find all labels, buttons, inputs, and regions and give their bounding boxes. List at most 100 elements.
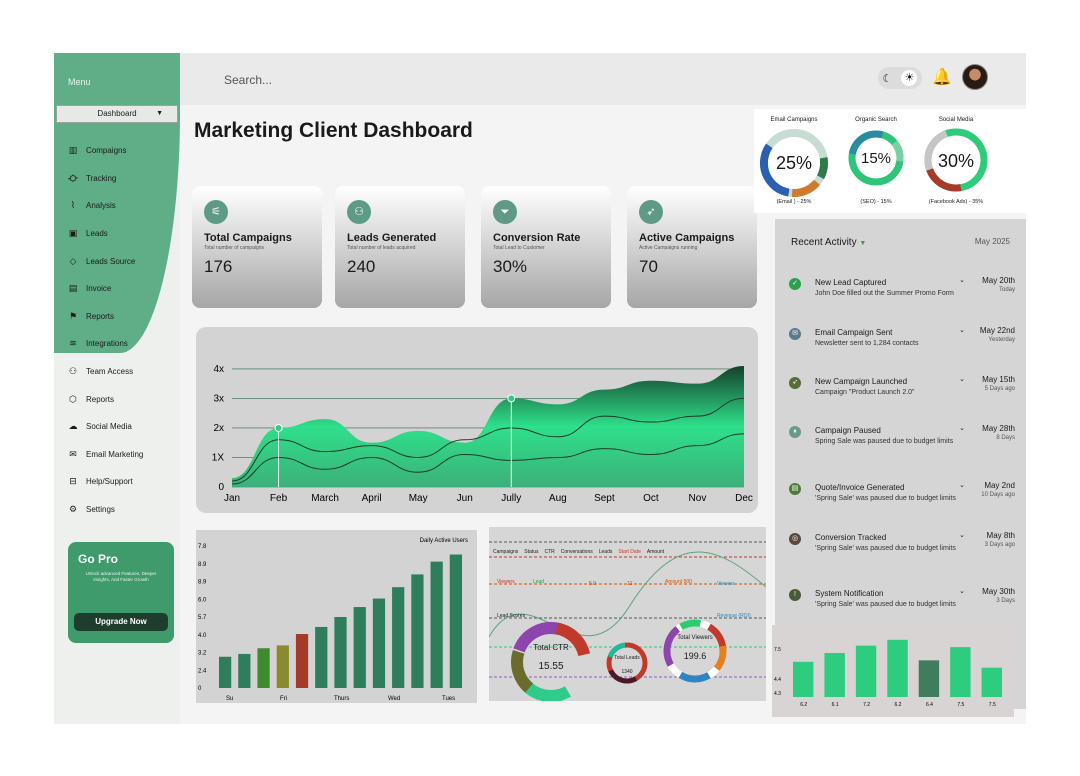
sidebar-item-label: Tracking <box>86 173 117 183</box>
side-label-revenue: Revenue (ROI) <box>717 613 751 619</box>
activity-title: Conversion Tracked <box>815 533 887 542</box>
campaign-header-cell: Conversations <box>560 549 593 555</box>
kpi-card[interactable]: ⚇ Leads Generated Total number of leads … <box>335 186 465 308</box>
campaign-header-cell: Amount <box>646 549 665 555</box>
y-tick-label: 0 <box>218 482 224 493</box>
activity-description: Newsletter sent to 1,284 contacts <box>815 340 919 347</box>
donut-social-value: 30% <box>937 151 975 171</box>
x-tick-label: 7.5 <box>957 702 964 708</box>
page-title: Marketing Client Dashboard <box>194 119 473 142</box>
chevron-down-icon[interactable]: ⌄ <box>959 481 965 489</box>
bar <box>918 660 940 697</box>
chevron-down-icon: ▼ <box>156 110 163 117</box>
chevron-down-icon[interactable]: ⌄ <box>959 326 965 334</box>
theme-toggle[interactable]: ☾ ☀ <box>878 67 922 89</box>
kpi-title: Conversion Rate <box>493 232 581 244</box>
area-series-main <box>232 365 744 487</box>
rocket-icon: ➶ <box>789 377 801 389</box>
row-label-ctr: 5.0 <box>589 581 596 587</box>
kpi-subtitle: Total Lead to Customer <box>493 245 545 251</box>
activity-title: System Notification <box>815 589 884 598</box>
chevron-down-icon[interactable]: ⌄ <box>959 531 965 539</box>
avatar[interactable] <box>962 64 988 90</box>
activity-description: 'Spring Sale' was paused due to budget l… <box>815 495 956 502</box>
team-icon: ⚇ <box>68 366 78 377</box>
dropdown-label: Dashboard <box>97 109 137 118</box>
bar-chart-icon: ▥ <box>68 145 78 156</box>
bar <box>353 607 366 688</box>
activity-date: May 15th <box>982 375 1015 384</box>
target-icon: ◎ <box>789 533 801 545</box>
x-tick-label: Wed <box>388 696 400 702</box>
x-tick-label: Fri <box>280 696 287 702</box>
layers-icon: ≋ <box>69 338 77 349</box>
bar <box>334 617 347 688</box>
chevron-down-icon[interactable]: ⌄ <box>959 424 965 432</box>
sidebar-item-social-media[interactable]: ☁ Social Media <box>54 413 180 441</box>
activity-relative-time: 10 Days ago <box>981 492 1015 498</box>
sidebar-item-label: Integrations <box>86 339 128 349</box>
sidebar-item-reports[interactable]: ⚑ Reports <box>54 303 180 331</box>
chevron-down-icon[interactable]: ⌄ <box>959 375 965 383</box>
x-tick-label: Feb <box>270 493 288 504</box>
activity-date: May 30th <box>982 587 1015 596</box>
top-bar: Search... ☾ ☀ 🔔 <box>180 53 1026 105</box>
x-tick-label: Oct <box>643 493 659 504</box>
check-icon: ✓ <box>789 278 801 290</box>
campaign-header-cell: Leads <box>598 549 613 555</box>
activity-description: John Doe filled out the Summer Promo For… <box>815 290 954 297</box>
moon-icon: ☾ <box>882 72 893 85</box>
y-tick-label: 4.0 <box>198 633 207 639</box>
marker-point <box>274 423 283 432</box>
bar <box>392 587 405 688</box>
activity-relative-time: 8 Days <box>996 435 1015 441</box>
dashboard-frame: Menu Dashboard ▼ ▥ Compaigns ⛮ Tracking ⌇ Ana… <box>54 53 1026 724</box>
bar <box>238 653 251 688</box>
sidebar-item-invoice[interactable]: ▤ Invoice <box>54 275 180 303</box>
activity-description: Campaign "Product Launch 2.0" <box>815 389 915 396</box>
sidebar-item-reports[interactable]: ⬡ Reports <box>54 385 180 413</box>
sidebar-item-label: Settings <box>86 505 115 515</box>
sidebar-item-leads-source[interactable]: ◇ Leads Source <box>54 247 180 275</box>
bar <box>855 645 877 697</box>
sidebar-item-label: Invoice <box>86 284 112 294</box>
upgrade-now-button[interactable]: Upgrade Now <box>74 613 168 631</box>
sidebar-item-label: Social Media <box>86 422 132 432</box>
activity-relative-time: 3 Days <box>996 598 1015 604</box>
chevron-down-icon[interactable]: ⌄ <box>959 587 965 595</box>
sidebar-item-team-access[interactable]: ⚇ Team Access <box>54 358 180 386</box>
x-tick-label: 7.2 <box>863 702 870 708</box>
side-label-lead-scores: Lead Scores <box>497 613 526 619</box>
diamond-icon: ◇ <box>69 255 77 266</box>
sidebar-item-help-support[interactable]: ⊟ Help/Support <box>54 468 180 496</box>
activity-description: 'Spring Sale' was paused due to budget l… <box>815 601 956 608</box>
x-tick-label: 6.4 <box>926 702 933 708</box>
y-tick-label: 5.7 <box>198 615 207 621</box>
sidebar-item-leads[interactable]: ▣ Leads <box>54 220 180 248</box>
go-pro-description: Unlock advanced Features, Deeper Insight… <box>85 571 157 582</box>
chevron-down-icon[interactable]: ⌄ <box>959 276 965 284</box>
x-tick-label: Jun <box>457 493 473 504</box>
go-pro-card: Go Pro Unlock advanced Features, Deeper … <box>68 542 174 643</box>
y-tick-label: 4.4 <box>774 677 781 683</box>
bar <box>887 639 908 697</box>
recent-activity-title[interactable]: Recent Activity ▼ <box>791 237 866 248</box>
kpi-card[interactable]: ⏷ Conversion Rate Total Lead to Customer… <box>481 186 611 308</box>
sidebar-item-email-marketing[interactable]: ✉ Email Marketing <box>54 441 180 469</box>
search-input[interactable]: Search... <box>224 73 272 87</box>
kpi-card[interactable]: ⚟ Total Campaigns Total number of campai… <box>192 186 322 308</box>
dashboard-dropdown[interactable]: Dashboard ▼ <box>56 105 178 123</box>
kpi-subtitle: Total number of leads acquired <box>347 245 416 251</box>
campaign-table-header: Campaigns Status CTR Conversations Leads Star… <box>493 549 664 555</box>
campaign-table-panel: Campaigns Status CTR Conversations Leads Star… <box>489 527 766 701</box>
sidebar-item-label: Reports <box>86 311 115 321</box>
sidebar-item-analysis[interactable]: ⌇ Analysis <box>54 192 180 220</box>
sidebar-item-integrations[interactable]: ≋ Integrations <box>54 330 180 358</box>
activity-title: Quote/Invoice Generated <box>815 483 905 492</box>
sidebar-item-settings[interactable]: ⚙ Settings <box>54 496 180 524</box>
sidebar-item-tracking[interactable]: ⛮ Tracking <box>54 165 180 193</box>
sidebar-item-compaigns[interactable]: ▥ Compaigns <box>54 137 180 165</box>
donut-organic-title: Organic Search <box>855 117 897 123</box>
kpi-card[interactable]: ➶ Active Campaigns Active Campaigns runn… <box>627 186 757 308</box>
bell-icon[interactable]: 🔔 <box>932 67 952 87</box>
